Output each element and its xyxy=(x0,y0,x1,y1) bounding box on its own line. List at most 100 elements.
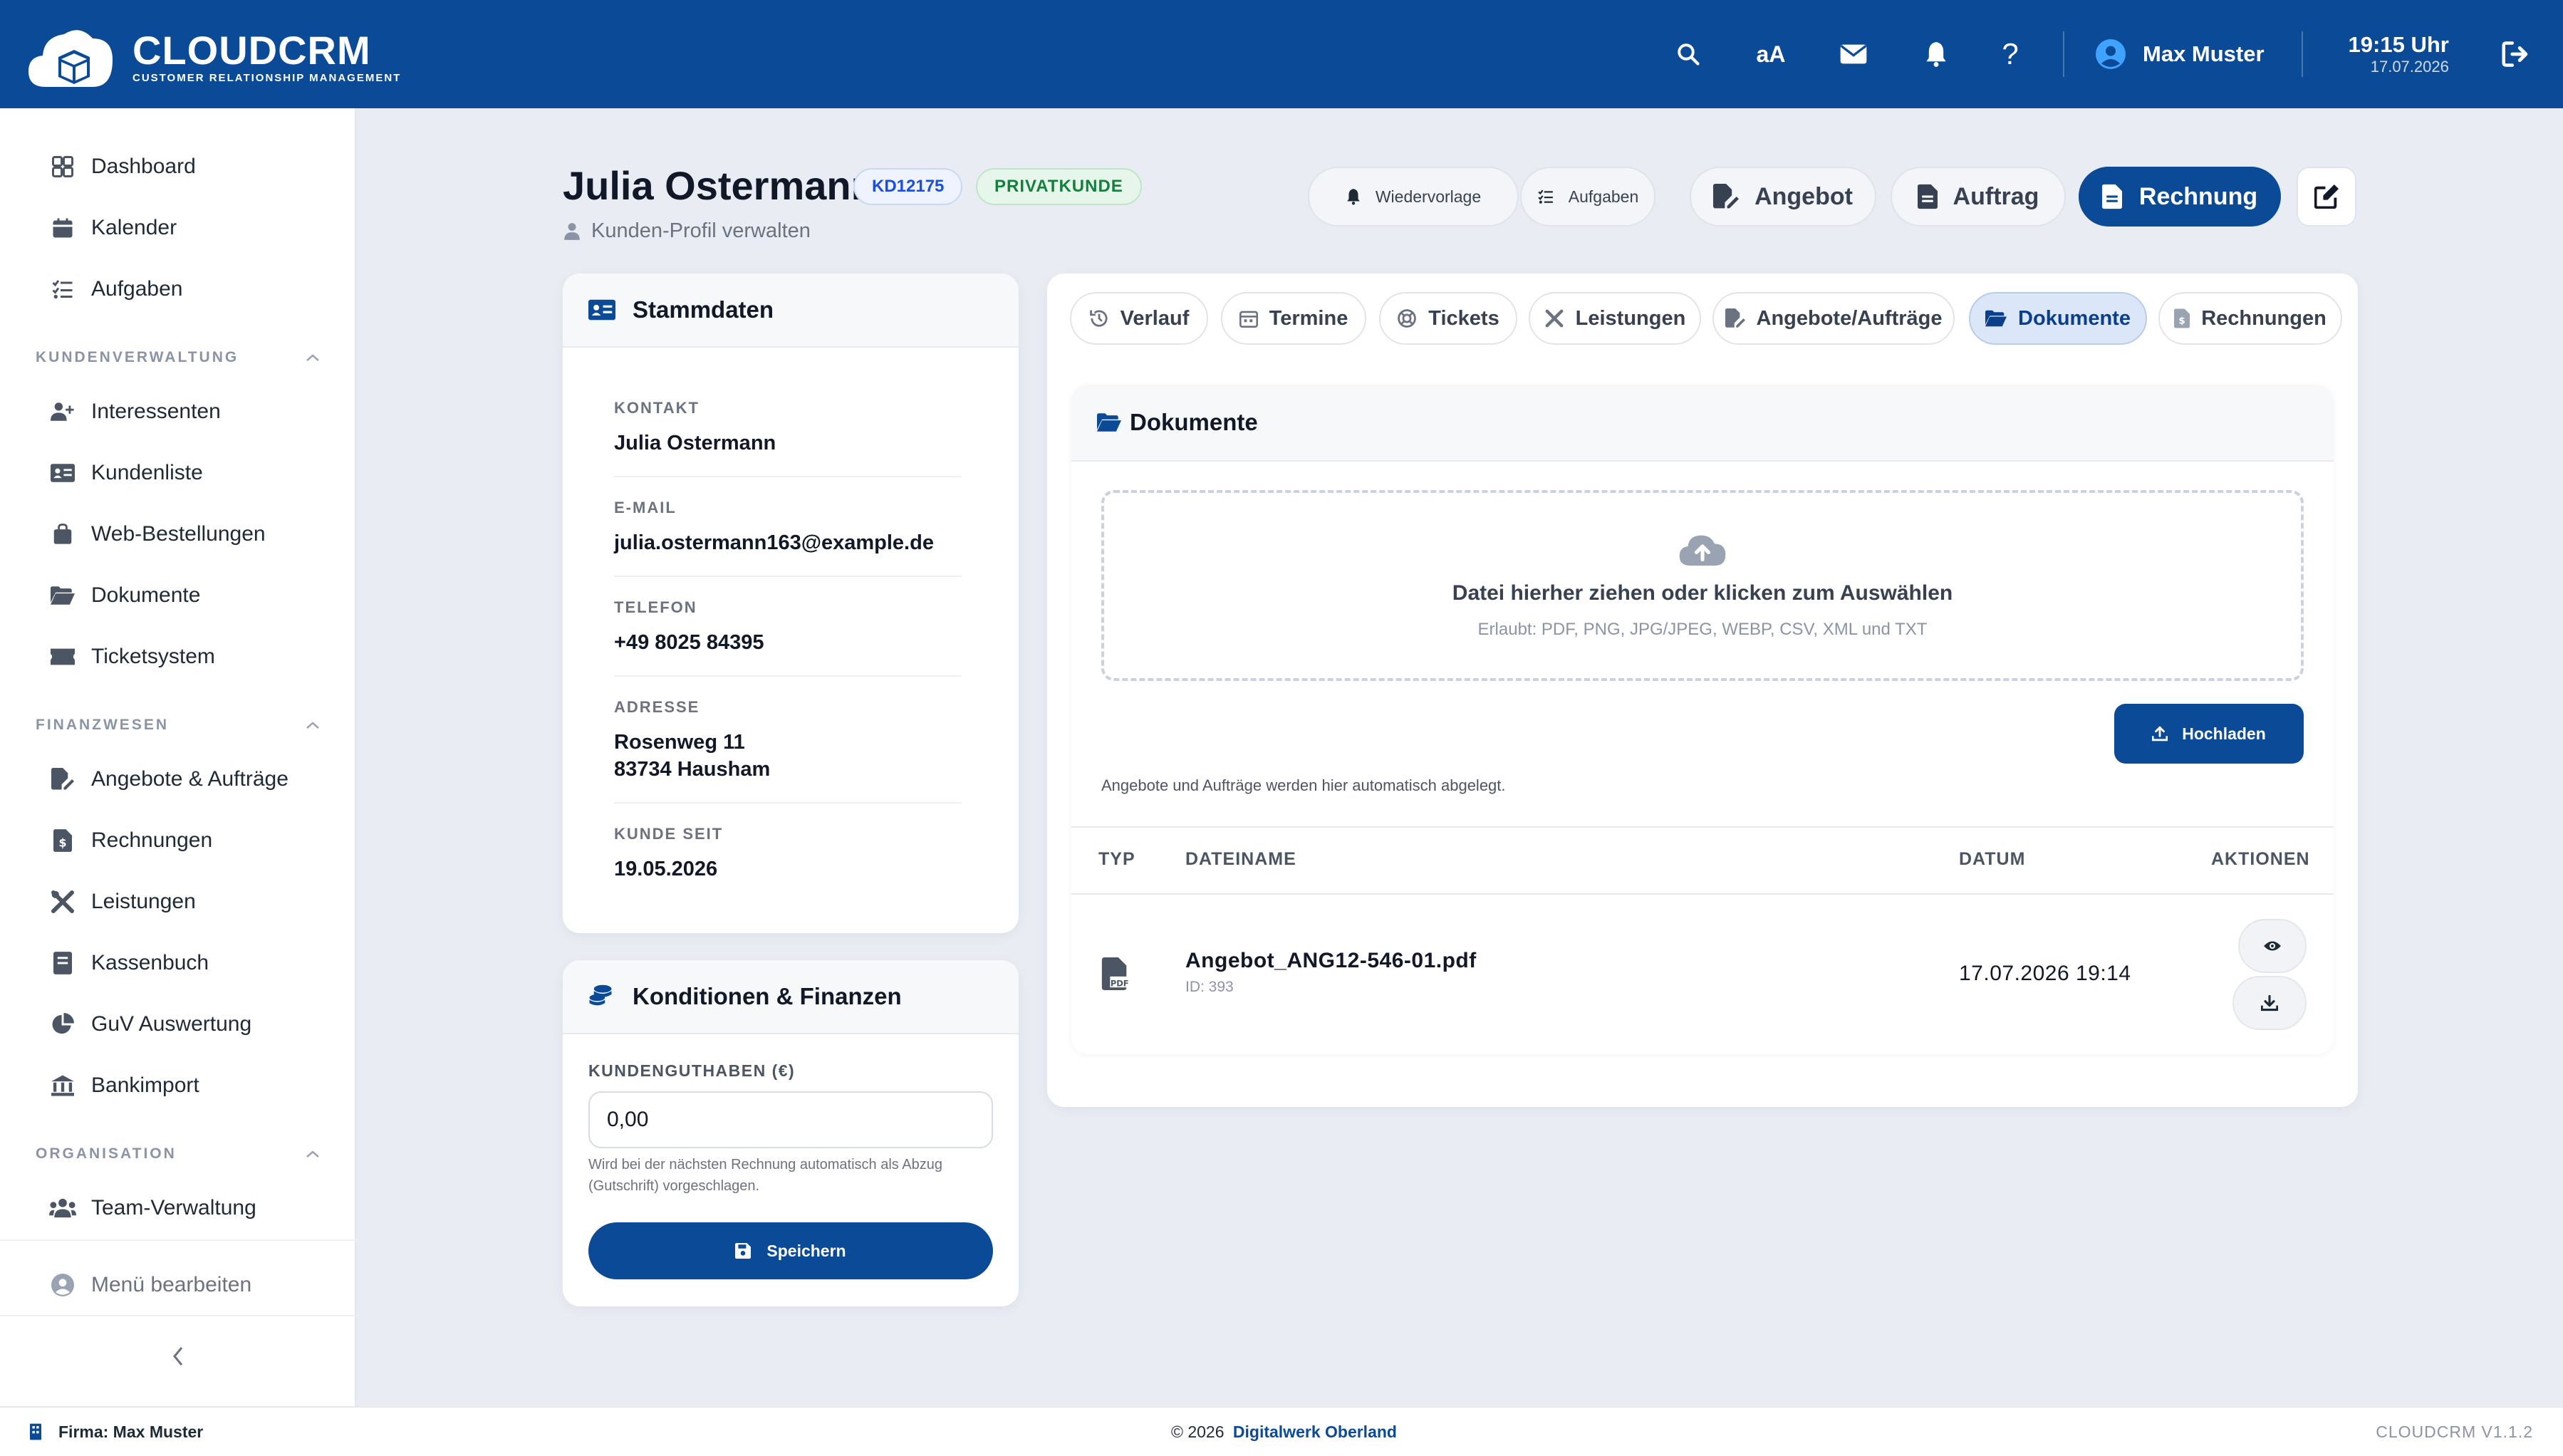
building-icon xyxy=(30,1423,41,1440)
sidebar-item-interessenten[interactable]: Interessenten xyxy=(48,397,221,426)
company-link[interactable]: Digitalwerk Oberland xyxy=(1233,1423,1397,1441)
sidebar-item-aufgaben[interactable]: Aufgaben xyxy=(48,275,182,303)
invoice-dollar-icon: $ xyxy=(2174,308,2190,328)
sidebar-item-bankimport[interactable]: Bankimport xyxy=(48,1071,199,1100)
save-button[interactable]: Speichern xyxy=(588,1222,993,1279)
sidebar-item-dashboard[interactable]: Dashboard xyxy=(48,152,196,181)
wiedervorlage-button[interactable]: Wiedervorlage xyxy=(1308,167,1519,227)
copyright: © 2026 Digitalwerk Oberland xyxy=(1171,1422,1397,1441)
tab-termine[interactable]: Termine xyxy=(1221,292,1366,345)
guthaben-input[interactable]: 0,00 xyxy=(588,1091,993,1148)
sidebar-item-web-bestellungen[interactable]: Web-Bestellungen xyxy=(48,520,266,548)
shopping-bag-icon xyxy=(48,520,77,548)
folder-open-icon xyxy=(1097,413,1121,432)
top-bar: CLOUDCRM CUSTOMER RELATIONSHIP MANAGEMEN… xyxy=(0,0,2563,108)
customer-id-badge: KD12175 xyxy=(853,168,963,205)
sidebar-item-team-verwaltung[interactable]: Team-Verwaltung xyxy=(48,1194,256,1222)
kontakt-label: KONTAKT xyxy=(614,399,700,417)
divider xyxy=(0,1315,356,1316)
sidebar-item-ticketsystem[interactable]: Ticketsystem xyxy=(48,643,215,671)
aufgaben-button[interactable]: Aufgaben xyxy=(1520,167,1655,227)
svg-text:$: $ xyxy=(58,836,66,850)
page-subtitle: Kunden-Profil verwalten xyxy=(564,219,811,243)
adresse-line2: 83734 Hausham xyxy=(614,758,771,781)
sidebar-item-dokumente[interactable]: Dokumente xyxy=(48,581,200,610)
tab-tickets[interactable]: Tickets xyxy=(1379,292,1517,345)
divider xyxy=(614,675,962,677)
eye-icon xyxy=(2264,941,2281,951)
chevron-up-icon xyxy=(306,354,319,361)
tools-icon xyxy=(1545,309,1564,328)
search-icon[interactable] xyxy=(1667,33,1710,76)
telefon-value[interactable]: +49 8025 84395 xyxy=(614,631,764,655)
upload-button[interactable]: Hochladen xyxy=(2114,704,2304,764)
logo-title: CLOUDCRM xyxy=(132,27,371,73)
stammdaten-card: Stammdaten KONTAKT Julia Ostermann E-MAI… xyxy=(563,274,1019,933)
card-header: Konditionen & Finanzen xyxy=(563,960,1019,1034)
ticket-icon xyxy=(48,643,77,671)
rechnung-button[interactable]: Rechnung xyxy=(2079,167,2281,227)
bank-icon xyxy=(48,1071,77,1100)
sidebar: Dashboard Kalender Aufgaben KUNDENVERWAL… xyxy=(0,108,356,1406)
tab-angebote-auftraege[interactable]: Angebote/Aufträge xyxy=(1712,292,1955,345)
collapse-sidebar-button[interactable] xyxy=(161,1339,195,1373)
tab-rechnungen[interactable]: $ Rechnungen xyxy=(2158,292,2342,345)
customer-name: Julia Ostermann xyxy=(563,163,875,208)
tab-leistungen[interactable]: Leistungen xyxy=(1529,292,1701,345)
logout-icon[interactable] xyxy=(2495,33,2537,76)
download-document-button[interactable] xyxy=(2232,976,2307,1030)
kunde-seit-label: KUNDE SEIT xyxy=(614,825,724,843)
section-finanzwesen[interactable]: FINANZWESEN xyxy=(36,717,321,734)
id-card-icon xyxy=(588,299,615,321)
sidebar-item-kassenbuch[interactable]: Kassenbuch xyxy=(48,949,209,977)
clock: 19:15 Uhr 17.07.2026 xyxy=(2349,32,2449,76)
users-icon xyxy=(48,1194,77,1222)
angebot-button[interactable]: Angebot xyxy=(1690,167,1876,227)
font-size-toggle[interactable]: aA xyxy=(1750,33,1792,76)
history-icon xyxy=(1089,310,1108,327)
edit-menu-button[interactable]: Menü bearbeiten xyxy=(48,1271,251,1299)
bell-icon xyxy=(1347,189,1360,205)
sidebar-item-angebote-auftraege[interactable]: Angebote & Aufträge xyxy=(48,765,288,794)
edit-button[interactable] xyxy=(2297,167,2356,227)
card-header: Stammdaten xyxy=(563,274,1019,348)
adresse-label: ADRESSE xyxy=(614,698,700,716)
file-signature-icon xyxy=(1713,184,1740,209)
divider xyxy=(614,476,962,477)
app-version: CLOUDCRM V1.1.2 xyxy=(2376,1422,2533,1441)
kunde-seit-value: 19.05.2026 xyxy=(614,858,718,880)
file-name[interactable]: Angebot_ANG12-546-01.pdf xyxy=(1185,949,1477,973)
sidebar-item-kundenliste[interactable]: Kundenliste xyxy=(48,459,203,487)
sidebar-item-guv-auswertung[interactable]: GuV Auswertung xyxy=(48,1010,251,1039)
chevron-up-icon xyxy=(306,1150,319,1158)
help-icon[interactable]: ? xyxy=(1989,33,2032,76)
id-card-icon xyxy=(48,459,77,487)
sidebar-item-leistungen[interactable]: Leistungen xyxy=(48,888,196,916)
file-dropzone[interactable]: Datei hierher ziehen oder klicken zum Au… xyxy=(1101,490,2304,681)
column-typ: TYP xyxy=(1098,849,1135,869)
section-organisation[interactable]: ORGANISATION xyxy=(36,1145,321,1163)
tab-dokumente[interactable]: Dokumente xyxy=(1969,292,2147,345)
file-signature-icon xyxy=(48,765,77,794)
section-kundenverwaltung[interactable]: KUNDENVERWALTUNG xyxy=(36,349,321,366)
svg-text:$: $ xyxy=(2179,316,2185,326)
sidebar-item-kalender[interactable]: Kalender xyxy=(48,214,177,242)
app-logo[interactable]: CLOUDCRM CUSTOMER RELATIONSHIP MANAGEMEN… xyxy=(24,21,401,93)
user-avatar-icon xyxy=(2096,39,2126,69)
email-value[interactable]: julia.ostermann163@example.de xyxy=(614,531,934,555)
auftrag-button[interactable]: Auftrag xyxy=(1891,167,2066,227)
calendar-icon xyxy=(48,214,77,242)
save-icon xyxy=(735,1243,752,1259)
separator xyxy=(2301,31,2303,77)
file-invoice-icon xyxy=(2101,184,2122,209)
download-icon xyxy=(2261,994,2278,1012)
tab-verlauf[interactable]: Verlauf xyxy=(1070,292,1208,345)
column-dateiname: DATEINAME xyxy=(1185,849,1296,869)
file-id: ID: 393 xyxy=(1185,979,1234,995)
user-menu[interactable]: Max Muster xyxy=(2096,39,2265,69)
mail-icon[interactable] xyxy=(1832,33,1875,76)
bell-icon[interactable] xyxy=(1915,33,1958,76)
sidebar-item-rechnungen[interactable]: $ Rechnungen xyxy=(48,826,212,855)
upload-icon xyxy=(2152,726,2168,742)
view-document-button[interactable] xyxy=(2238,919,2307,973)
